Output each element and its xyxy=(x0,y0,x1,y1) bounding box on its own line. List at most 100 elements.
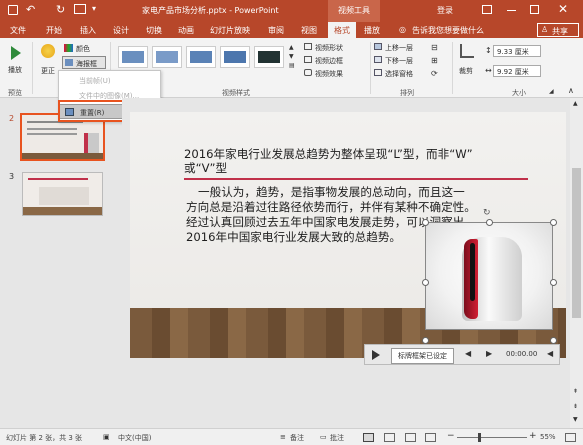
slide-title-line-2[interactable]: 或“V”型 xyxy=(184,160,227,176)
scroll-thumb[interactable] xyxy=(572,168,581,318)
video-style-option[interactable] xyxy=(186,46,216,68)
color-button-label[interactable]: 颜色 xyxy=(76,44,90,54)
slide-thumbnail-3[interactable] xyxy=(22,172,103,216)
zoom-in-icon[interactable]: + xyxy=(529,431,537,441)
tab-transitions[interactable]: 切换 xyxy=(146,25,162,36)
thumbnail-text-line xyxy=(27,133,77,135)
video-border-label[interactable]: 视频边框 xyxy=(315,56,343,66)
selection-handle[interactable] xyxy=(422,279,429,286)
play-button-label[interactable]: 播放 xyxy=(8,65,22,75)
color-icon[interactable] xyxy=(64,44,73,52)
video-style-option[interactable] xyxy=(220,46,250,68)
normal-view-icon[interactable] xyxy=(363,433,374,442)
tab-home[interactable]: 开始 xyxy=(46,25,62,36)
play-icon[interactable] xyxy=(11,46,21,60)
undo-icon[interactable]: ↶ xyxy=(26,3,35,16)
video-style-option[interactable] xyxy=(152,46,182,68)
from-beginning-icon[interactable] xyxy=(74,4,86,14)
rotate-icon[interactable]: ⟳ xyxy=(431,69,438,78)
selection-handle[interactable] xyxy=(422,337,429,344)
sign-in-link[interactable]: 登录 xyxy=(437,5,453,16)
correct-button-label[interactable]: 更正 xyxy=(41,66,55,76)
slide-title-line-1[interactable]: 2016年家电行业发展总趋势为整体呈现“L”型，而非“W” xyxy=(184,146,473,162)
vertical-scrollbar[interactable]: ▲ ⇞ ⇟ ▼ xyxy=(570,98,583,428)
send-backward-icon[interactable] xyxy=(374,56,382,63)
slide-sorter-icon[interactable] xyxy=(384,433,395,442)
prev-slide-icon[interactable]: ⇞ xyxy=(573,388,578,395)
selection-handle[interactable] xyxy=(486,219,493,226)
slide-body-line[interactable]: 2016年中国家电行业发展大致的总趋势。 xyxy=(186,229,401,245)
comments-button[interactable]: 批注 xyxy=(330,433,344,443)
redo-icon[interactable]: ↻ xyxy=(56,3,65,16)
bring-forward-icon[interactable] xyxy=(374,43,382,50)
video-shape-icon[interactable] xyxy=(304,43,312,50)
tab-file[interactable]: 文件 xyxy=(10,25,26,36)
tab-animations[interactable]: 动画 xyxy=(178,25,194,36)
align-icon[interactable]: ⊟ xyxy=(431,43,438,52)
tab-view[interactable]: 视图 xyxy=(301,25,317,36)
selection-handle[interactable] xyxy=(422,219,429,226)
rotate-handle-icon[interactable]: ↻ xyxy=(483,208,491,218)
tab-format[interactable]: 格式 xyxy=(328,22,356,38)
menu-item-current-frame[interactable]: 当前帧(U) xyxy=(59,73,160,88)
video-style-option[interactable] xyxy=(118,46,148,68)
group-icon[interactable]: ⊞ xyxy=(431,56,438,65)
crop-button-label[interactable]: 裁剪 xyxy=(459,66,473,76)
fit-to-window-icon[interactable] xyxy=(565,433,576,442)
correct-icon[interactable] xyxy=(41,44,55,58)
selection-handle[interactable] xyxy=(550,279,557,286)
video-frame[interactable] xyxy=(425,222,553,330)
height-input[interactable]: 9.33 厘米 xyxy=(493,45,541,57)
zoom-slider[interactable] xyxy=(457,437,527,438)
seek-forward-icon[interactable]: ▶ xyxy=(486,349,492,358)
video-effects-icon[interactable] xyxy=(304,69,312,76)
save-icon[interactable] xyxy=(8,5,18,15)
styles-more-icon[interactable]: ▤ xyxy=(289,62,295,69)
close-icon[interactable]: ✕ xyxy=(558,2,568,16)
zoom-out-icon[interactable]: − xyxy=(447,431,455,441)
video-effects-label[interactable]: 视频效果 xyxy=(315,69,343,79)
scroll-down-icon[interactable]: ▼ xyxy=(573,416,578,423)
video-shape-label[interactable]: 视频形状 xyxy=(315,43,343,53)
bring-forward-label[interactable]: 上移一层 xyxy=(385,43,413,53)
reading-view-icon[interactable] xyxy=(405,433,416,442)
customize-qat-icon[interactable]: ▾ xyxy=(92,4,96,13)
tab-playback[interactable]: 播放 xyxy=(364,25,380,36)
video-border-icon[interactable] xyxy=(304,56,312,63)
crop-icon[interactable] xyxy=(460,44,474,58)
styles-scroll-up-icon[interactable]: ▲ xyxy=(289,44,294,51)
send-backward-label[interactable]: 下移一层 xyxy=(385,56,413,66)
notes-button[interactable]: 备注 xyxy=(290,433,304,443)
tell-me-box[interactable]: 告诉我您想要做什么 xyxy=(412,25,484,36)
video-style-option[interactable] xyxy=(254,46,284,68)
tab-slideshow[interactable]: 幻灯片放映 xyxy=(210,25,250,36)
spellcheck-icon[interactable]: ▣ xyxy=(103,433,110,441)
selection-handle[interactable] xyxy=(550,219,557,226)
maximize-icon[interactable] xyxy=(530,5,539,14)
ribbon-display-icon[interactable] xyxy=(482,5,492,14)
collapse-ribbon-icon[interactable]: ∧ xyxy=(568,86,574,95)
volume-icon[interactable]: ◀ xyxy=(547,349,553,358)
zoom-level[interactable]: 55% xyxy=(540,433,556,441)
styles-scroll-down-icon[interactable]: ▼ xyxy=(289,53,294,60)
zoom-slider-thumb[interactable] xyxy=(478,433,481,442)
tab-design[interactable]: 设计 xyxy=(113,25,129,36)
minimize-icon[interactable] xyxy=(507,10,516,11)
slideshow-view-icon[interactable] xyxy=(425,433,436,442)
next-slide-icon[interactable]: ⇟ xyxy=(573,403,578,410)
seek-back-icon[interactable]: ◀ xyxy=(465,349,471,358)
scroll-up-icon[interactable]: ▲ xyxy=(573,100,578,107)
selection-pane-label[interactable]: 选择窗格 xyxy=(385,69,413,79)
language-indicator[interactable]: 中文(中国) xyxy=(118,433,151,443)
tab-review[interactable]: 审阅 xyxy=(268,25,284,36)
width-input[interactable]: 9.92 厘米 xyxy=(493,65,541,77)
slide-body-line[interactable]: 一般认为，趋势，是指事物发展的总动向，而且这一 xyxy=(198,184,465,200)
slide-body-line[interactable]: 方向总是沿着过往路径依势而行，并伴有某种不确定性。 xyxy=(186,199,476,215)
size-dialog-launcher-icon[interactable]: ◢ xyxy=(549,88,554,95)
slide-canvas[interactable]: 2016年家电行业发展总趋势为整体呈现“L”型，而非“W” 或“V”型 一般认为… xyxy=(130,112,566,358)
video-play-icon[interactable] xyxy=(372,350,380,360)
selection-pane-icon[interactable] xyxy=(374,69,382,76)
tab-insert[interactable]: 插入 xyxy=(80,25,96,36)
selection-handle[interactable] xyxy=(550,337,557,344)
width-value: 9.92 厘米 xyxy=(497,68,529,76)
